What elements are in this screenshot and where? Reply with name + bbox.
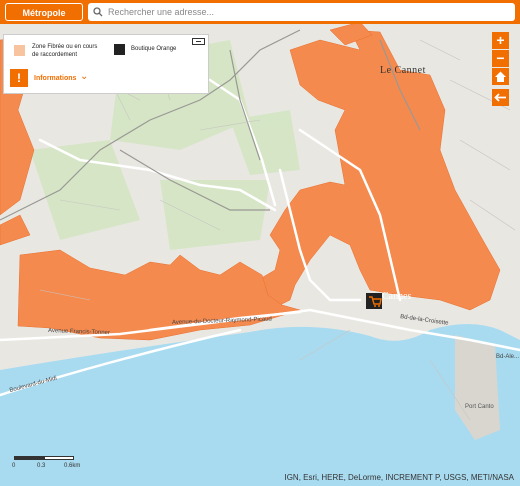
fiber-zone-swatch	[14, 45, 25, 56]
informations-toggle[interactable]: Informations	[34, 75, 76, 82]
zoom-in-button[interactable]: +	[492, 32, 509, 49]
search-input[interactable]: Rechercher une adresse...	[88, 3, 515, 21]
boutique-orange-marker[interactable]	[366, 293, 382, 309]
top-bar: Métropole Rechercher une adresse...	[0, 0, 520, 24]
metropole-button[interactable]: Métropole	[5, 3, 83, 21]
label-cannes: Cannes	[382, 291, 412, 302]
scale-label-0: 0	[12, 463, 16, 469]
home-icon	[495, 71, 506, 82]
scale-label-03: 0.3	[37, 463, 46, 469]
scale-bar: 0 0.3 0.6km	[12, 456, 82, 476]
legend-panel: Zone Fibrée ou en cours de raccordement …	[3, 34, 209, 94]
fiber-zone-label: Zone Fibrée ou en cours de raccordement	[32, 44, 98, 58]
label-port-canto: Port Canto	[465, 404, 494, 410]
chevron-down-icon[interactable]: ⌄	[80, 71, 88, 82]
label-le-cannet: Le Cannet	[380, 65, 426, 76]
search-placeholder: Rechercher une adresse...	[108, 7, 215, 17]
zoom-out-button[interactable]: −	[492, 50, 509, 67]
shop-label: Boutique Orange	[131, 46, 177, 52]
map-attribution: IGN, Esri, HERE, DeLorme, INCREMENT P, U…	[284, 473, 514, 482]
back-button[interactable]	[492, 89, 509, 106]
collapse-legend-button[interactable]	[192, 38, 205, 45]
arrow-left-icon	[494, 93, 506, 102]
exclamation-icon[interactable]: !	[10, 69, 28, 87]
label-bd-alexandre: Bd-Ale...	[496, 354, 519, 360]
home-button[interactable]	[492, 68, 509, 85]
search-icon	[93, 7, 103, 17]
shop-cart-icon	[114, 44, 125, 55]
scale-label-06: 0.6km	[64, 463, 81, 469]
